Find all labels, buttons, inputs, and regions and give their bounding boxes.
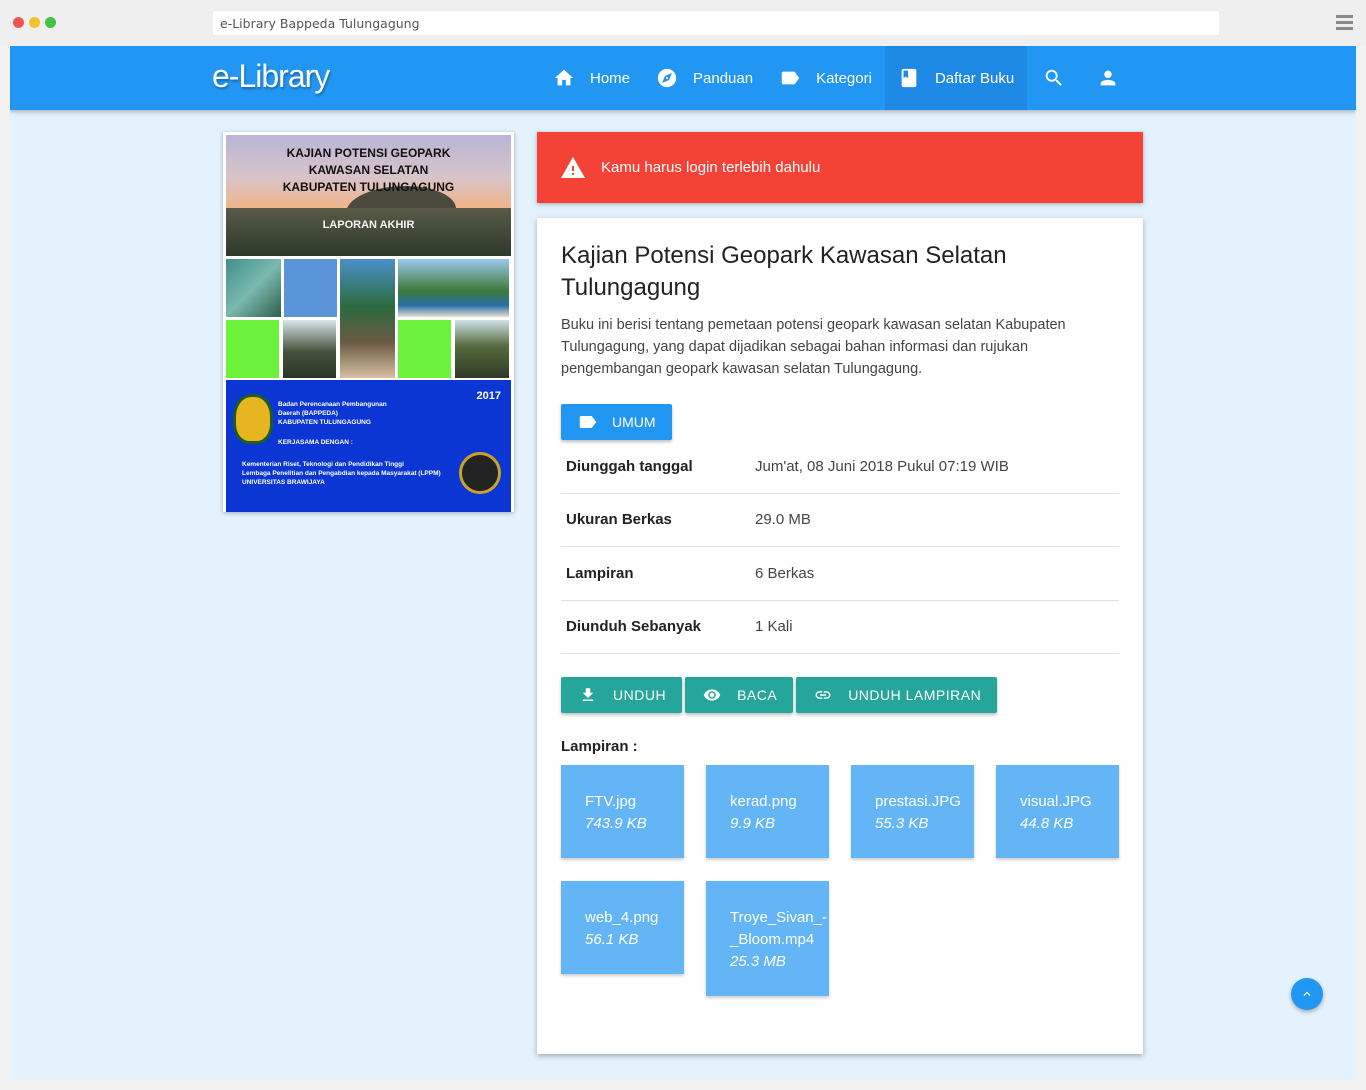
link-icon (815, 691, 831, 699)
info-row-downloads: Diunduh Sebanyak 1 Kali (561, 601, 1119, 654)
attachment-item[interactable]: Troye_Sivan_- _Bloom.mp4 25.3 MB (706, 881, 829, 996)
cover-agency-line: Badan Perencanaan Pembangunan (278, 401, 387, 408)
download-attachments-button[interactable]: UNDUH LAMPIRAN (796, 677, 998, 713)
category-label: UMUM (612, 414, 656, 430)
download-button[interactable]: UNDUH (561, 677, 683, 713)
attachment-size: 56.1 KB (585, 931, 639, 948)
nav-item-label: Home (590, 69, 631, 87)
attachment-name: web_4.png (585, 909, 659, 926)
cover-agency-line: KABUPATEN TULUNGAGUNG (278, 419, 371, 426)
action-buttons: UNDUH BACA UNDUH LAMPIRAN (561, 677, 1000, 713)
brand-logo[interactable]: e-Library (212, 58, 330, 95)
maximize-window-icon[interactable] (45, 17, 56, 28)
cover-cooperation: KERJASAMA DENGAN : (278, 439, 353, 446)
info-label: Ukuran Berkas (566, 511, 672, 529)
cover-title-line: KABUPATEN TULUNGAGUNG (282, 180, 455, 194)
attachment-name: kerad.png (730, 793, 797, 810)
attachment-item[interactable]: prestasi.JPG 55.3 KB (851, 765, 974, 858)
nav-item-label: Daftar Buku (934, 69, 1015, 87)
book-cover[interactable]: KAJIAN POTENSI GEOPARK KAWASAN SELATAN K… (223, 132, 514, 512)
label-icon (781, 71, 800, 85)
info-row-uploaded: Diunggah tanggal Jum'at, 08 Juni 2018 Pu… (561, 440, 1119, 494)
nav-item-kategori[interactable]: Kategori (766, 46, 885, 110)
book-description: Buku ini berisi tentang pemetaan potensi… (561, 317, 1066, 377)
info-label: Diunduh Sebanyak (566, 618, 702, 636)
nav-item-panduan[interactable]: Panduan (643, 46, 766, 110)
info-row-size: Ukuran Berkas 29.0 MB (561, 494, 1119, 547)
cover-footer: 2017 Badan Perencanaan Pembangunan Daera… (226, 380, 511, 512)
home-icon (554, 69, 574, 86)
scroll-to-top-button[interactable] (1291, 978, 1323, 1010)
cover-title-line: KAJIAN POTENSI GEOPARK (286, 146, 451, 160)
eye-icon (703, 689, 721, 701)
nav-user[interactable] (1081, 46, 1135, 110)
nav-search[interactable] (1027, 46, 1081, 110)
cover-header-image: KAJIAN POTENSI GEOPARK KAWASAN SELATAN K… (226, 135, 511, 256)
tulungagung-seal (233, 394, 273, 444)
book-info-table: Diunggah tanggal Jum'at, 08 Juni 2018 Pu… (561, 440, 1119, 654)
info-value: Jum'at, 08 Juni 2018 Pukul 07:19 WIB (755, 457, 1009, 475)
attachment-size: 743.9 KB (585, 815, 647, 832)
alert-message: Kamu harus login terlebih dahulu (601, 159, 821, 176)
attachment-item[interactable]: visual.JPG 44.8 KB (996, 765, 1119, 858)
cover-agency-line: Daerah (BAPPEDA) (278, 410, 338, 417)
warning-icon (561, 156, 585, 178)
browser-menu-icon[interactable] (1336, 15, 1353, 30)
attachment-name: FTV.jpg (585, 793, 637, 810)
label-icon (579, 416, 597, 428)
nav-item-daftar-buku[interactable]: Daftar Buku (884, 46, 1028, 110)
cover-partner-line: Lembaga Penelitian dan Pengabdian kepada… (242, 470, 441, 477)
nav-item-label: Kategori (816, 69, 872, 87)
attachment-size: 55.3 KB (875, 815, 929, 832)
nav-menu: Home Panduan Kategori Daftar Buku (540, 46, 1135, 110)
read-label: BACA (737, 687, 778, 703)
login-alert: Kamu harus login terlebih dahulu (537, 132, 1143, 203)
info-value: 29.0 MB (755, 511, 811, 529)
close-window-icon[interactable] (13, 17, 24, 28)
cover-title-line: KAWASAN SELATAN (308, 163, 429, 177)
attachments-heading: Lampiran : (561, 738, 638, 755)
nav-item-label: Panduan (693, 69, 754, 87)
cover-partner-line: UNIVERSITAS BRAWIJAYA (242, 479, 325, 486)
read-button[interactable]: BACA (685, 677, 794, 713)
download-label: UNDUH (613, 687, 667, 703)
navbar: e-Library Home Panduan Kategori Daftar B… (10, 46, 1356, 110)
attachment-item[interactable]: web_4.png 56.1 KB (561, 881, 684, 974)
info-value: 6 Berkas (755, 564, 815, 582)
attachment-name: prestasi.JPG (875, 793, 961, 810)
cover-partner-line: Kementerian Riset, Teknologi dan Pendidi… (242, 461, 404, 468)
attachment-item[interactable]: kerad.png 9.9 KB (706, 765, 829, 858)
attachment-size: 44.8 KB (1020, 815, 1074, 832)
nav-item-home[interactable]: Home (540, 46, 643, 110)
brawijaya-seal (459, 452, 501, 494)
attachment-size: 9.9 KB (730, 815, 776, 832)
chevron-up-icon (1303, 991, 1311, 996)
download-attachments-label: UNDUH LAMPIRAN (848, 687, 982, 703)
attachment-name: Troye_Sivan_- (730, 909, 827, 926)
attachment-name: _Bloom.mp4 (730, 931, 815, 948)
address-bar[interactable]: e-Library Bappeda Tulungagung (213, 11, 1219, 35)
attachment-size: 25.3 MB (730, 953, 786, 970)
attachment-item[interactable]: FTV.jpg 743.9 KB (561, 765, 684, 858)
user-icon (1100, 70, 1116, 86)
book-detail-card: Kajian Potensi Geopark Kawasan Selatan T… (537, 218, 1143, 1054)
info-row-attachments: Lampiran 6 Berkas (561, 547, 1119, 601)
book-icon (901, 68, 917, 88)
search-icon (1045, 69, 1062, 86)
browser-chrome: e-Library Bappeda Tulungagung (0, 0, 1366, 46)
info-label: Lampiran (566, 564, 634, 582)
minimize-window-icon[interactable] (29, 17, 40, 28)
book-title: Kajian Potensi Geopark Kawasan Selatan T… (561, 242, 1007, 301)
page-viewport: e-Library Home Panduan Kategori Daftar B… (10, 46, 1356, 1080)
download-icon (582, 688, 594, 701)
info-label: Diunggah tanggal (566, 457, 693, 475)
cover-title: KAJIAN POTENSI GEOPARK KAWASAN SELATAN K… (226, 135, 511, 196)
cover-subtitle: LAPORAN AKHIR (322, 219, 415, 231)
category-button[interactable]: UMUM (561, 404, 672, 440)
attachment-name: visual.JPG (1020, 793, 1092, 810)
info-value: 1 Kali (755, 618, 793, 636)
cover-year: 2017 (476, 390, 501, 402)
compass-icon (657, 68, 677, 88)
cover-photo-grid (226, 256, 511, 380)
